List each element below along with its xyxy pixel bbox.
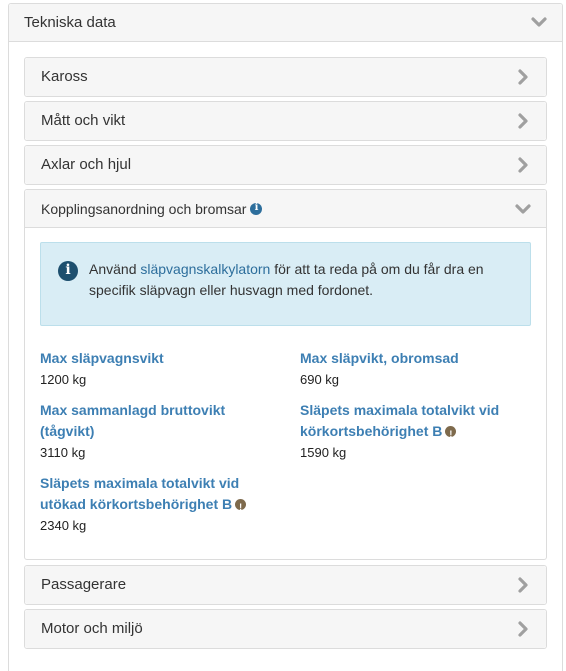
chevron-right-icon [514,576,532,594]
spec-value: 2340 kg [40,518,87,533]
spec-slapets-totalvikt-b: Släpets maximala totalvikt vid körkortsb… [300,400,532,463]
panel-label: Passagerare [41,576,127,593]
chevron-right-icon [514,112,532,130]
panel-passagerare: Passagerare [24,565,547,605]
info-text-before: Använd [89,261,141,277]
info-alert-text: Använd släpvagnskalkylatorn för att ta r… [89,259,514,301]
panel-header-kaross[interactable]: Kaross [25,58,546,96]
panel-kaross: Kaross [24,57,547,97]
info-circle-icon [58,261,78,281]
section-title: Tekniska data [24,14,116,31]
panel-header-motor-och-miljo[interactable]: Motor och miljö [25,610,546,648]
warning-icon[interactable] [445,424,457,445]
spec-label: Max släpvagnsvikt [40,350,164,366]
panel-motor-och-miljo: Motor och miljö [24,609,547,649]
panel-label: Kopplingsanordning och bromsar [41,201,263,217]
panel-matt-och-vikt: Mått och vikt [24,101,547,141]
spec-label: Släpets maximala totalvikt vid utökad kö… [40,473,255,518]
spec-max-slapvagnsvikt: Max släpvagnsvikt 1200 kg [40,348,280,390]
tekniska-data-section: Tekniska data Kaross Mått och vikt Axlar… [8,3,563,671]
panel-label: Kaross [41,68,88,85]
panel-header-kopplingsanordning[interactable]: Kopplingsanordning och bromsar [25,190,546,228]
spec-slapets-totalvikt-utokad-b: Släpets maximala totalvikt vid utökad kö… [40,473,255,536]
chevron-right-icon [514,620,532,638]
spec-label-text: Släpets maximala totalvikt vid körkortsb… [300,402,500,439]
chevron-down-icon [530,13,548,31]
panel-label: Mått och vikt [41,112,126,129]
chevron-right-icon [514,68,532,86]
spec-label: Max sammanlagd bruttovikt (tågvikt) [40,402,226,439]
chevron-right-icon [514,156,532,174]
panel-axlar-och-hjul: Axlar och hjul [24,145,547,185]
spec-label-text: Släpets maximala totalvikt vid utökad kö… [40,475,240,512]
panel-header-matt-och-vikt[interactable]: Mått och vikt [25,102,546,140]
info-alert: Använd släpvagnskalkylatorn för att ta r… [40,242,531,326]
spec-label: Max släpvikt, obromsad [300,350,459,366]
spec-value: 1200 kg [40,372,87,387]
panel-label: Axlar och hjul [41,156,132,173]
panel-header-axlar-och-hjul[interactable]: Axlar och hjul [25,146,546,184]
spec-max-sammanlagd-bruttovikt: Max sammanlagd bruttovikt (tågvikt) 3110… [40,400,245,463]
spec-value: 690 kg [300,372,340,387]
panel-header-passagerare[interactable]: Passagerare [25,566,546,604]
tekniska-data-header[interactable]: Tekniska data [9,4,562,42]
spec-max-slapvikt-obromsad: Max släpvikt, obromsad 690 kg [300,348,530,390]
spec-value: 3110 kg [40,445,86,460]
panel-label: Motor och miljö [41,620,143,637]
chevron-down-icon [514,200,532,218]
panel-kopplingsanordning: Kopplingsanordning och bromsar Använd sl… [24,189,547,560]
spec-label: Släpets maximala totalvikt vid körkortsb… [300,400,532,445]
slapvagnskalkylator-link[interactable]: släpvagnskalkylatorn [140,261,270,277]
warning-icon[interactable] [235,497,247,518]
panel-label-text: Kopplingsanordning och bromsar [41,201,247,217]
spec-value: 1590 kg [300,445,347,460]
info-icon[interactable] [250,202,263,215]
